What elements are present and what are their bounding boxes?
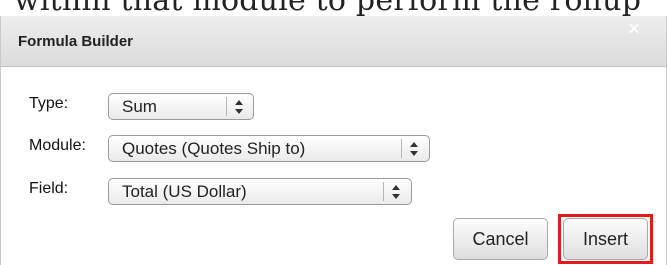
field-label: Field:	[29, 180, 69, 197]
type-select[interactable]: Sum	[108, 93, 254, 120]
select-divider	[383, 182, 384, 201]
module-select[interactable]: Quotes (Quotes Ship to)	[108, 135, 430, 162]
close-icon[interactable]: ×	[623, 18, 645, 40]
select-divider	[401, 139, 402, 158]
background-document-text: within that module to perform the rollup	[14, 0, 642, 18]
dialog-title: Formula Builder	[18, 33, 134, 50]
module-label: Module:	[29, 137, 86, 154]
updown-arrows-icon	[392, 185, 400, 199]
updown-arrows-icon	[410, 142, 418, 156]
cancel-button[interactable]: Cancel	[453, 218, 548, 260]
select-divider	[226, 97, 227, 116]
module-select-value: Quotes (Quotes Ship to)	[122, 139, 306, 158]
dialog-header: Formula Builder ×	[1, 16, 666, 67]
field-select[interactable]: Total (US Dollar)	[108, 178, 412, 205]
updown-arrows-icon	[235, 100, 243, 114]
type-label: Type:	[29, 95, 69, 112]
field-select-value: Total (US Dollar)	[122, 182, 247, 201]
type-select-value: Sum	[122, 97, 157, 116]
insert-button-highlight	[558, 214, 653, 264]
